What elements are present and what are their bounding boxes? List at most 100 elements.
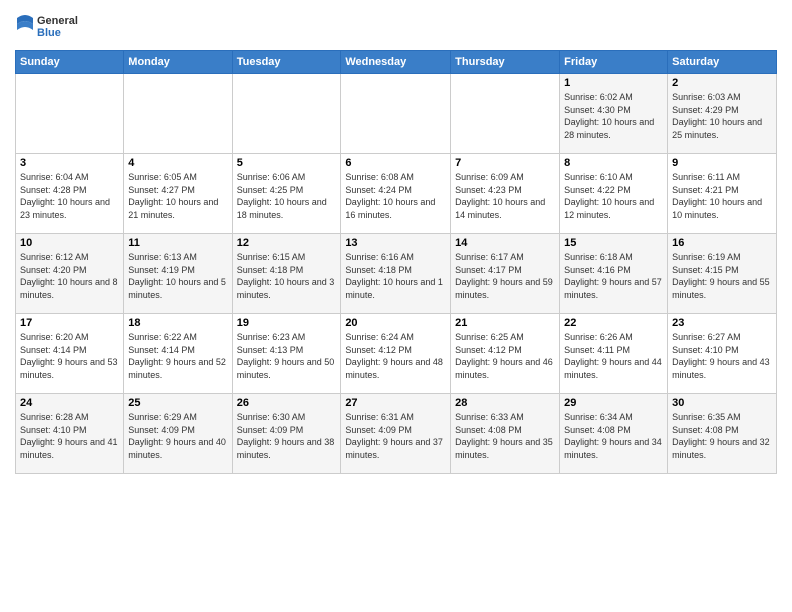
day-info: Sunrise: 6:13 AMSunset: 4:19 PMDaylight:… <box>128 251 227 301</box>
day-cell: 6 Sunrise: 6:08 AMSunset: 4:24 PMDaylight… <box>341 154 451 234</box>
day-number: 27 <box>345 397 446 409</box>
day-number: 19 <box>237 317 337 329</box>
day-info: Sunrise: 6:10 AMSunset: 4:22 PMDaylight:… <box>564 171 663 221</box>
day-cell: 26 Sunrise: 6:30 AMSunset: 4:09 PMDayligh… <box>232 394 341 474</box>
day-number: 24 <box>20 397 119 409</box>
logo-svg: GeneralBlue <box>15 10 85 42</box>
week-row-1: 3 Sunrise: 6:04 AMSunset: 4:28 PMDaylight… <box>16 154 777 234</box>
day-info: Sunrise: 6:22 AMSunset: 4:14 PMDaylight:… <box>128 331 227 381</box>
col-header-friday: Friday <box>560 51 668 74</box>
day-cell <box>341 74 451 154</box>
day-info: Sunrise: 6:05 AMSunset: 4:27 PMDaylight:… <box>128 171 227 221</box>
day-cell: 17Sunrise: 6:20 AMSunset: 4:14 PMDayligh… <box>16 314 124 394</box>
week-row-3: 17Sunrise: 6:20 AMSunset: 4:14 PMDayligh… <box>16 314 777 394</box>
day-cell <box>451 74 560 154</box>
day-cell: 10Sunrise: 6:12 AMSunset: 4:20 PMDayligh… <box>16 234 124 314</box>
col-header-thursday: Thursday <box>451 51 560 74</box>
day-cell: 9Sunrise: 6:11 AMSunset: 4:21 PMDaylight… <box>668 154 777 234</box>
day-number: 16 <box>672 237 772 249</box>
page-header: GeneralBlue <box>15 10 777 42</box>
svg-text:General: General <box>37 15 78 27</box>
day-number: 11 <box>128 237 227 249</box>
day-cell: 1Sunrise: 6:02 AMSunset: 4:30 PMDaylight… <box>560 74 668 154</box>
day-info: Sunrise: 6:27 AMSunset: 4:10 PMDaylight:… <box>672 331 772 381</box>
day-info: Sunrise: 6:04 AMSunset: 4:28 PMDaylight:… <box>20 171 119 221</box>
day-number: 10 <box>20 237 119 249</box>
day-cell: 28 Sunrise: 6:33 AMSunset: 4:08 PMDayligh… <box>451 394 560 474</box>
day-cell: 3 Sunrise: 6:04 AMSunset: 4:28 PMDaylight… <box>16 154 124 234</box>
day-cell <box>232 74 341 154</box>
day-info: Sunrise: 6:08 AMSunset: 4:24 PMDaylight:… <box>345 171 446 221</box>
day-number: 6 <box>345 157 446 169</box>
day-cell: 30 Sunrise: 6:35 AMSunset: 4:08 PMDayligh… <box>668 394 777 474</box>
day-number: 13 <box>345 237 446 249</box>
col-header-tuesday: Tuesday <box>232 51 341 74</box>
day-info: Sunrise: 6:24 AMSunset: 4:12 PMDaylight:… <box>345 331 446 381</box>
day-info: Sunrise: 6:31 AMSunset: 4:09 PMDaylight:… <box>345 411 446 461</box>
day-cell <box>16 74 124 154</box>
day-cell: 24Sunrise: 6:28 AMSunset: 4:10 PMDayligh… <box>16 394 124 474</box>
day-number: 23 <box>672 317 772 329</box>
day-number: 21 <box>455 317 555 329</box>
day-number: 15 <box>564 237 663 249</box>
day-number: 29 <box>564 397 663 409</box>
day-cell: 25 Sunrise: 6:29 AMSunset: 4:09 PMDayligh… <box>124 394 232 474</box>
day-info: Sunrise: 6:29 AMSunset: 4:09 PMDaylight:… <box>128 411 227 461</box>
day-info: Sunrise: 6:23 AMSunset: 4:13 PMDaylight:… <box>237 331 337 381</box>
day-cell: 8 Sunrise: 6:10 AMSunset: 4:22 PMDaylight… <box>560 154 668 234</box>
day-info: Sunrise: 6:34 AMSunset: 4:08 PMDaylight:… <box>564 411 663 461</box>
day-number: 8 <box>564 157 663 169</box>
day-cell: 22 Sunrise: 6:26 AMSunset: 4:11 PMDayligh… <box>560 314 668 394</box>
day-info: Sunrise: 6:35 AMSunset: 4:08 PMDaylight:… <box>672 411 772 461</box>
day-cell: 20 Sunrise: 6:24 AMSunset: 4:12 PMDayligh… <box>341 314 451 394</box>
day-info: Sunrise: 6:18 AMSunset: 4:16 PMDaylight:… <box>564 251 663 301</box>
day-info: Sunrise: 6:17 AMSunset: 4:17 PMDaylight:… <box>455 251 555 301</box>
day-info: Sunrise: 6:02 AMSunset: 4:30 PMDaylight:… <box>564 91 663 141</box>
day-info: Sunrise: 6:19 AMSunset: 4:15 PMDaylight:… <box>672 251 772 301</box>
calendar: SundayMondayTuesdayWednesdayThursdayFrid… <box>15 50 777 474</box>
day-info: Sunrise: 6:15 AMSunset: 4:18 PMDaylight:… <box>237 251 337 301</box>
day-cell <box>124 74 232 154</box>
day-info: Sunrise: 6:09 AMSunset: 4:23 PMDaylight:… <box>455 171 555 221</box>
day-cell: 11 Sunrise: 6:13 AMSunset: 4:19 PMDayligh… <box>124 234 232 314</box>
day-cell: 7Sunrise: 6:09 AMSunset: 4:23 PMDaylight… <box>451 154 560 234</box>
day-cell: 13 Sunrise: 6:16 AMSunset: 4:18 PMDayligh… <box>341 234 451 314</box>
day-number: 18 <box>128 317 227 329</box>
col-header-saturday: Saturday <box>668 51 777 74</box>
day-number: 14 <box>455 237 555 249</box>
col-header-sunday: Sunday <box>16 51 124 74</box>
day-info: Sunrise: 6:16 AMSunset: 4:18 PMDaylight:… <box>345 251 446 301</box>
day-cell: 18 Sunrise: 6:22 AMSunset: 4:14 PMDayligh… <box>124 314 232 394</box>
day-number: 12 <box>237 237 337 249</box>
day-number: 3 <box>20 157 119 169</box>
day-info: Sunrise: 6:11 AMSunset: 4:21 PMDaylight:… <box>672 171 772 221</box>
day-info: Sunrise: 6:20 AMSunset: 4:14 PMDaylight:… <box>20 331 119 381</box>
day-number: 28 <box>455 397 555 409</box>
day-cell: 2Sunrise: 6:03 AMSunset: 4:29 PMDaylight… <box>668 74 777 154</box>
day-cell: 4 Sunrise: 6:05 AMSunset: 4:27 PMDaylight… <box>124 154 232 234</box>
day-cell: 14 Sunrise: 6:17 AMSunset: 4:17 PMDayligh… <box>451 234 560 314</box>
week-row-0: 1Sunrise: 6:02 AMSunset: 4:30 PMDaylight… <box>16 74 777 154</box>
day-number: 5 <box>237 157 337 169</box>
day-info: Sunrise: 6:30 AMSunset: 4:09 PMDaylight:… <box>237 411 337 461</box>
day-cell: 29 Sunrise: 6:34 AMSunset: 4:08 PMDayligh… <box>560 394 668 474</box>
col-header-monday: Monday <box>124 51 232 74</box>
day-cell: 5 Sunrise: 6:06 AMSunset: 4:25 PMDaylight… <box>232 154 341 234</box>
day-number: 22 <box>564 317 663 329</box>
day-info: Sunrise: 6:03 AMSunset: 4:29 PMDaylight:… <box>672 91 772 141</box>
week-row-4: 24Sunrise: 6:28 AMSunset: 4:10 PMDayligh… <box>16 394 777 474</box>
day-number: 4 <box>128 157 227 169</box>
day-info: Sunrise: 6:26 AMSunset: 4:11 PMDaylight:… <box>564 331 663 381</box>
day-cell: 27 Sunrise: 6:31 AMSunset: 4:09 PMDayligh… <box>341 394 451 474</box>
day-cell: 12 Sunrise: 6:15 AMSunset: 4:18 PMDayligh… <box>232 234 341 314</box>
day-number: 26 <box>237 397 337 409</box>
day-info: Sunrise: 6:06 AMSunset: 4:25 PMDaylight:… <box>237 171 337 221</box>
day-number: 25 <box>128 397 227 409</box>
day-cell: 15 Sunrise: 6:18 AMSunset: 4:16 PMDayligh… <box>560 234 668 314</box>
col-header-wednesday: Wednesday <box>341 51 451 74</box>
logo: GeneralBlue <box>15 10 85 42</box>
week-row-2: 10Sunrise: 6:12 AMSunset: 4:20 PMDayligh… <box>16 234 777 314</box>
day-info: Sunrise: 6:33 AMSunset: 4:08 PMDaylight:… <box>455 411 555 461</box>
day-number: 20 <box>345 317 446 329</box>
day-number: 30 <box>672 397 772 409</box>
